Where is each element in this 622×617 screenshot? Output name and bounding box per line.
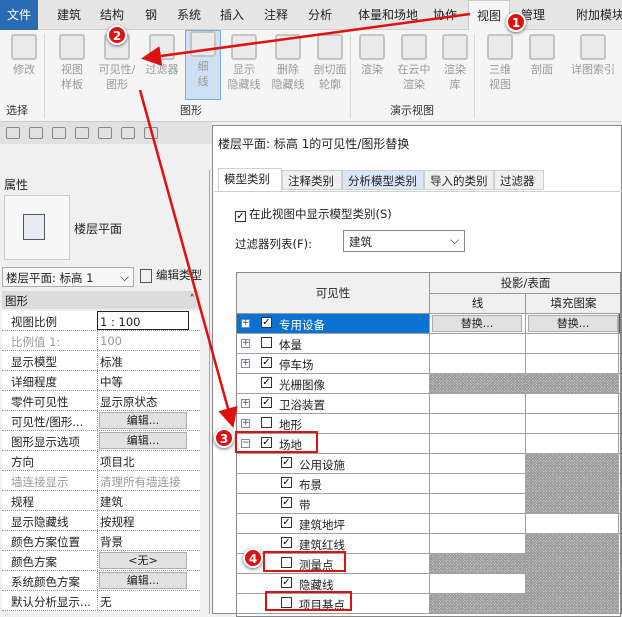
step-badge: 1 — [506, 12, 526, 32]
highlight-project-base-point — [265, 591, 352, 611]
step-badge: 4 — [243, 548, 263, 568]
annotation-layer — [138, 12, 471, 428]
step-badge: 2 — [107, 25, 127, 45]
step-badge: 3 — [214, 428, 234, 448]
annotation-arrow — [138, 89, 238, 428]
highlight-survey-point — [263, 551, 346, 572]
annotation-arrow — [141, 12, 471, 66]
highlight-site — [235, 431, 318, 453]
